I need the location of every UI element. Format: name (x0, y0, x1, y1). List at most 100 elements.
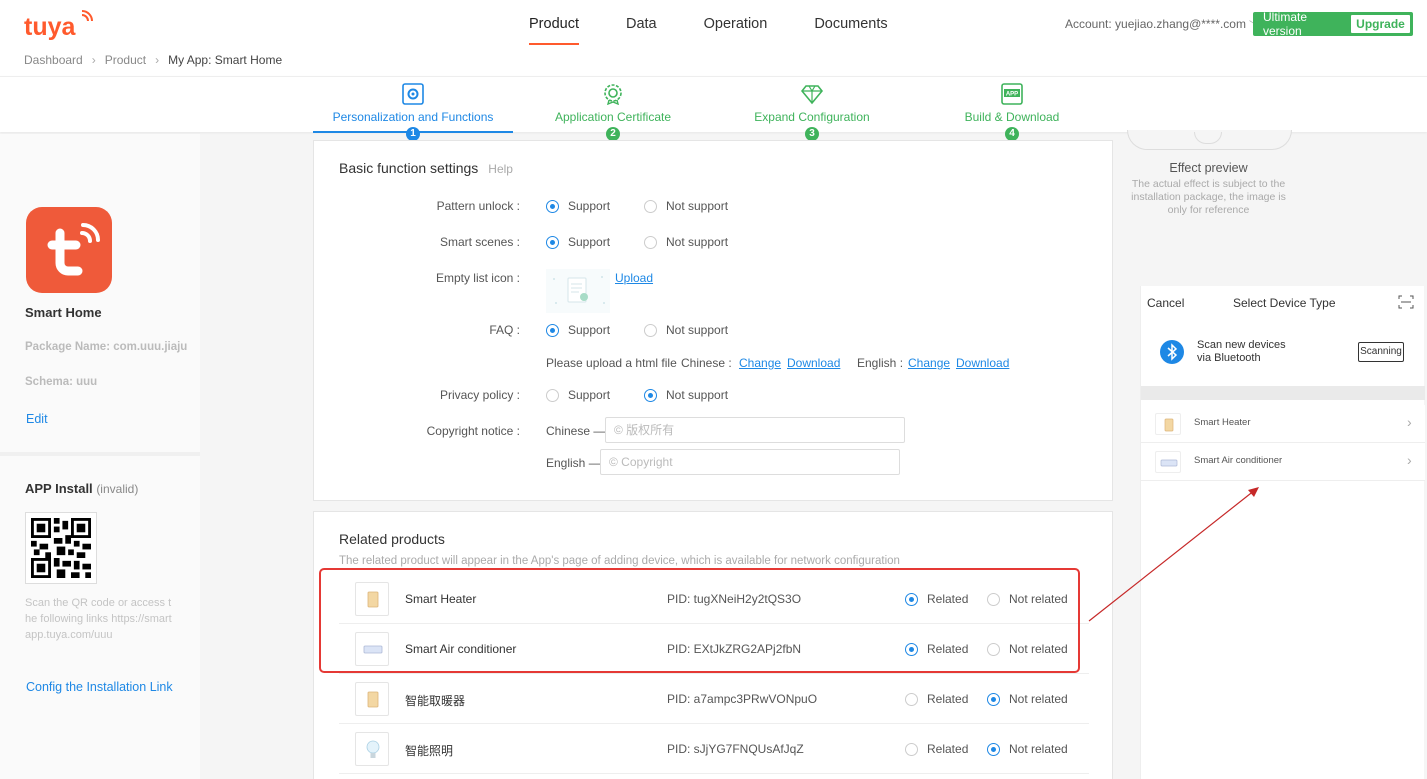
nav-product[interactable]: Product (529, 16, 579, 45)
copyright-chinese-input[interactable] (605, 417, 905, 443)
breadcrumb-current: My App: Smart Home (168, 53, 283, 67)
product-pid: PID: sJjYG7FNQUsAfJqZ (667, 742, 804, 756)
install-status: (invalid) (96, 482, 139, 496)
empty-list-icon-label: Empty list icon : (435, 271, 520, 285)
preview-cancel[interactable]: Cancel (1147, 296, 1184, 310)
faq-chinese-download-link[interactable]: Download (787, 356, 840, 370)
radio-dot (546, 323, 559, 337)
edit-link[interactable]: Edit (26, 412, 48, 426)
radio-dot (987, 692, 1000, 706)
heater-icon (367, 691, 379, 708)
upload-link[interactable]: Upload (615, 271, 653, 285)
heater-thumbnail (1155, 413, 1181, 435)
effect-preview-note: The actual effect is subject to the inst… (1131, 178, 1286, 216)
step-label: Expand Configuration (754, 110, 870, 124)
smart-scenes-support-radio[interactable]: Support (546, 235, 610, 249)
privacy-support-radio[interactable]: Support (546, 388, 610, 402)
privacy-policy-label: Privacy policy : (439, 388, 520, 402)
breadcrumb-dashboard[interactable]: Dashboard (24, 53, 83, 67)
faq-support-radio[interactable]: Support (546, 323, 610, 337)
preview-title: Select Device Type (1233, 296, 1336, 310)
not-related-radio[interactable]: Not related (987, 692, 1068, 706)
step-number: 1 (406, 127, 420, 141)
account-label: Account: yuejiao.zhang@****.com (1065, 17, 1246, 31)
heater-icon (1164, 418, 1174, 432)
app-name: Smart Home (25, 305, 102, 320)
air-conditioner-icon (1160, 459, 1178, 467)
radio-label: Not support (666, 199, 729, 213)
radio-dot (644, 323, 657, 337)
diamond-icon (801, 85, 823, 105)
steps-bar: Personalization and Functions 1 Applicat… (0, 76, 1427, 141)
product-pid: PID: a7ampc3PRwVONpuO (667, 692, 818, 706)
product-row: 智能取暖器 PID: a7ampc3PRwVONpuO Related Not … (339, 674, 1089, 724)
faq-english-download-link[interactable]: Download (956, 356, 1009, 370)
radio-label: Support (568, 199, 611, 213)
copyright-english-input[interactable] (600, 449, 900, 475)
preview-device-item[interactable]: Smart Air conditioner › (1141, 443, 1425, 481)
qr-code-image (31, 518, 91, 578)
nav-data[interactable]: Data (626, 16, 657, 45)
step-number: 4 (1005, 127, 1019, 141)
app-logo (26, 207, 112, 293)
step-build[interactable]: APP Build & Download 4 (912, 77, 1112, 141)
nav-documents[interactable]: Documents (814, 16, 887, 45)
related-title: Related products (339, 531, 445, 547)
product-name: 智能照明 (405, 744, 454, 758)
step-personalization[interactable]: Personalization and Functions 1 (313, 77, 513, 141)
highlight-box (319, 568, 1080, 673)
account-menu[interactable]: Account: yuejiao.zhang@****.com﹀ (1065, 17, 1258, 31)
step-label: Personalization and Functions (332, 110, 494, 124)
privacy-not-support-radio[interactable]: Not support (644, 388, 728, 402)
radio-label: Support (568, 388, 611, 402)
radio-dot (644, 199, 657, 213)
faq-english-change-link[interactable]: Change (908, 356, 950, 370)
radio-label: Not support (666, 235, 729, 249)
step-certificate[interactable]: Application Certificate 2 (513, 77, 713, 141)
upgrade-button[interactable]: Upgrade (1351, 15, 1410, 33)
lightbulb-icon (366, 740, 380, 758)
preview-device-item[interactable]: Smart Heater › (1141, 405, 1425, 443)
package-name: Package Name: com.uuu.jiaju (25, 341, 188, 353)
step-expand[interactable]: Expand Configuration 3 (712, 77, 912, 141)
related-radio[interactable]: Related (905, 742, 968, 756)
basic-function-card: Basic function settings Help Pattern unlo… (313, 140, 1113, 501)
config-installation-link[interactable]: Config the Installation Link (26, 680, 173, 694)
smart-scenes-label: Smart scenes : (439, 235, 520, 249)
faq-chinese-change-link[interactable]: Change (739, 356, 781, 370)
chevron-right-icon: › (1407, 414, 1412, 430)
app-icon: APP (1001, 83, 1023, 105)
related-radio[interactable]: Related (905, 692, 968, 706)
version-label: Ultimate version (1263, 10, 1308, 38)
radio-label: Not related (1009, 692, 1068, 706)
tuya-logo[interactable]: tuya (24, 9, 94, 41)
gear-icon (402, 83, 424, 105)
bluetooth-line1: Scan new devices (1197, 339, 1286, 351)
breadcrumb-product[interactable]: Product (105, 53, 146, 67)
pattern-unlock-support-radio[interactable]: Support (546, 199, 610, 213)
copyright-notice-label: Copyright notice : (426, 424, 520, 438)
smart-scenes-not-support-radio[interactable]: Not support (644, 235, 728, 249)
faq-label: FAQ : (489, 323, 520, 337)
radio-label: Support (568, 323, 611, 337)
faq-not-support-radio[interactable]: Not support (644, 323, 728, 337)
radio-label: Support (568, 235, 611, 249)
copyright-english-label: English — (546, 456, 601, 470)
related-desc: The related product will appear in the A… (339, 555, 900, 567)
bulb-thumbnail (355, 732, 389, 766)
help-link[interactable]: Help (488, 162, 513, 176)
preview-device-name: Smart Heater (1194, 417, 1251, 428)
step-number: 2 (606, 127, 620, 141)
nav-operation[interactable]: Operation (704, 16, 768, 45)
chevron-right-icon: › (1407, 452, 1412, 468)
not-related-radio[interactable]: Not related (987, 742, 1068, 756)
product-row: 智能照明 PID: sJjYG7FNQUsAfJqZ Related Not r… (339, 724, 1089, 774)
radio-dot (905, 692, 918, 706)
svg-text:APP: APP (1006, 92, 1018, 98)
version-badge: Ultimate version Upgrade (1253, 10, 1413, 38)
radio-label: Related (927, 742, 969, 756)
scan-icon[interactable] (1398, 295, 1414, 309)
pattern-unlock-not-support-radio[interactable]: Not support (644, 199, 728, 213)
scanning-button[interactable]: Scanning (1358, 342, 1404, 362)
step-number: 3 (805, 127, 819, 141)
